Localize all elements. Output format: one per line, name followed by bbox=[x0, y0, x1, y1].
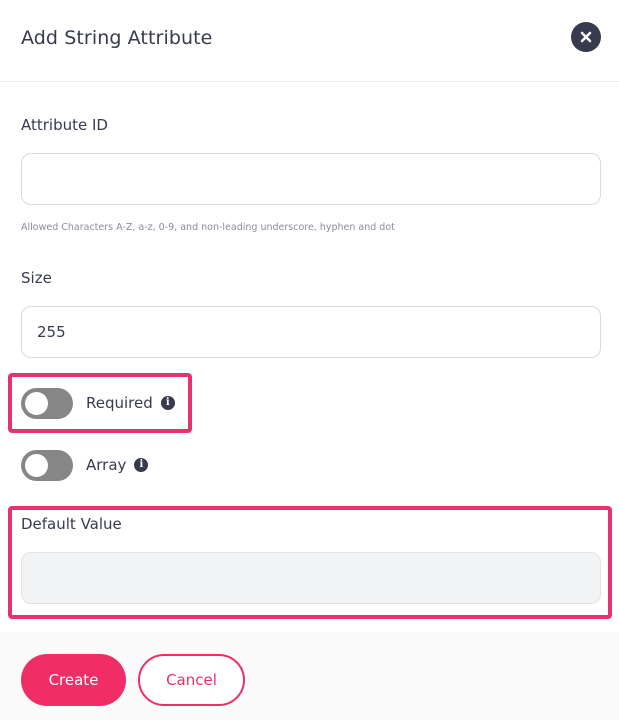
default-value-input[interactable] bbox=[21, 552, 601, 604]
attribute-id-input[interactable] bbox=[21, 153, 601, 205]
default-value-label: Default Value bbox=[21, 515, 122, 533]
attribute-id-hint: Allowed Characters A-Z, a-z, 0-9, and no… bbox=[21, 222, 395, 233]
create-button[interactable]: Create bbox=[21, 654, 126, 706]
dialog-title: Add String Attribute bbox=[21, 27, 213, 49]
array-toggle[interactable] bbox=[21, 449, 73, 481]
close-icon bbox=[580, 31, 592, 43]
info-icon[interactable]: i bbox=[160, 396, 175, 410]
dialog-header: Add String Attribute bbox=[0, 0, 619, 82]
array-row: Array i bbox=[21, 448, 149, 482]
required-label: Required bbox=[86, 394, 153, 412]
size-label: Size bbox=[21, 269, 52, 287]
attribute-id-label: Attribute ID bbox=[21, 116, 108, 134]
required-row: Required i bbox=[21, 386, 175, 420]
info-icon[interactable]: i bbox=[134, 458, 149, 472]
toggle-knob bbox=[25, 391, 48, 415]
close-button[interactable] bbox=[571, 22, 601, 52]
toggle-knob bbox=[25, 453, 48, 477]
array-label: Array bbox=[86, 456, 127, 474]
cancel-button[interactable]: Cancel bbox=[138, 654, 245, 706]
required-toggle[interactable] bbox=[21, 387, 73, 419]
size-input[interactable] bbox=[21, 306, 601, 358]
